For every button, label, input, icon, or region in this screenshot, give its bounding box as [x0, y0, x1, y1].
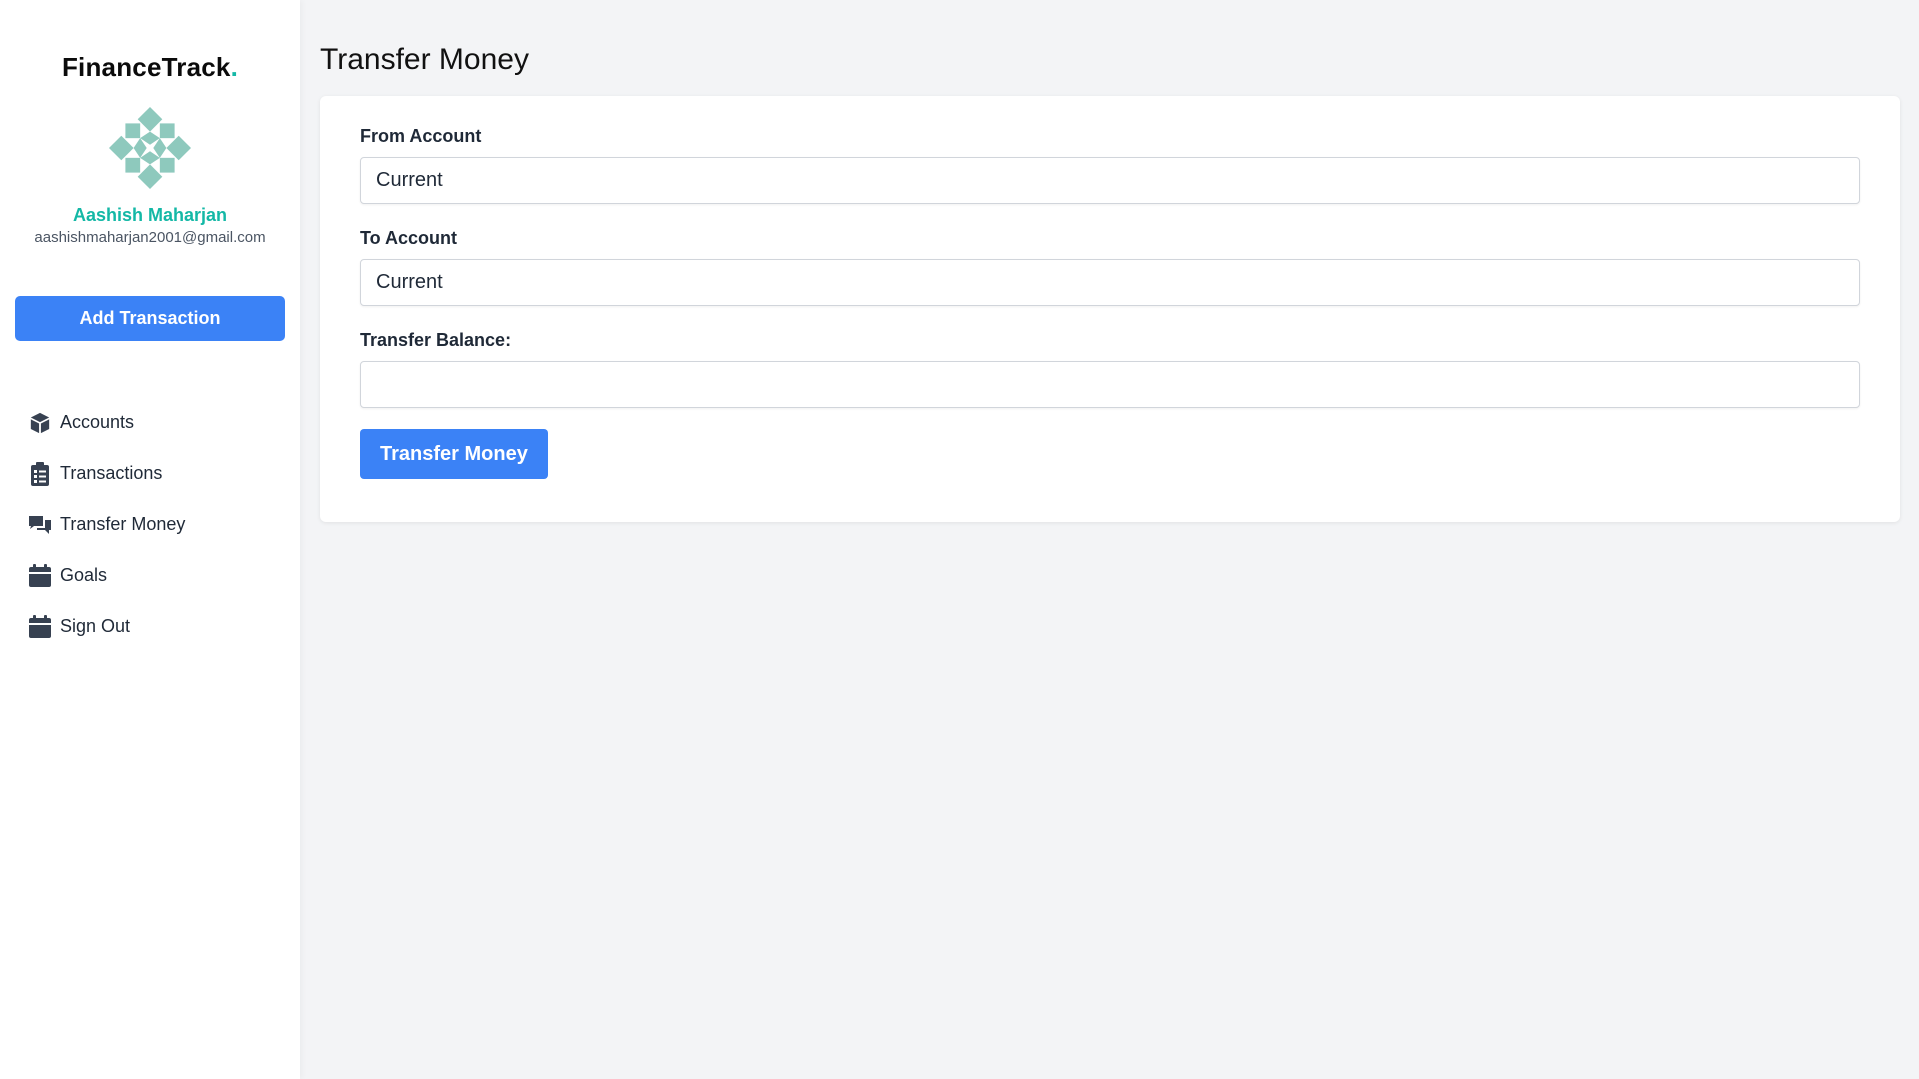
sidebar-item-sign-out[interactable]: Sign Out: [15, 601, 285, 652]
transfer-balance-label: Transfer Balance:: [360, 330, 512, 350]
cube-icon: [28, 411, 52, 435]
sidebar-nav: Accounts Transactions Transfer Money Goa…: [15, 397, 285, 652]
sidebar-item-label: Transfer Money: [60, 514, 186, 534]
app-root: FinanceTrack. Aashish Maharjan aashishma…: [0, 0, 1919, 1079]
to-account-label: To Account: [360, 228, 457, 248]
sidebar-item-transfer-money[interactable]: Transfer Money: [15, 499, 285, 550]
calendar-icon: [28, 563, 52, 588]
transfer-form-card: From Account Current To Account Current …: [320, 96, 1900, 522]
avatar-container: [15, 107, 285, 189]
avatar: [109, 107, 191, 189]
from-account-label: From Account: [360, 126, 482, 146]
user-name: Aashish Maharjan: [72, 205, 228, 225]
sidebar-item-transactions[interactable]: Transactions: [15, 448, 285, 499]
calendar-icon: [28, 614, 52, 639]
brand-name: FinanceTrack: [61, 52, 231, 82]
transfer-money-button[interactable]: Transfer Money: [360, 429, 548, 479]
user-email: aashishmaharjan2001@gmail.com: [34, 229, 266, 246]
add-transaction-button[interactable]: Add Transaction: [15, 296, 285, 341]
sidebar-item-label: Sign Out: [60, 616, 131, 636]
sidebar-item-label: Goals: [60, 565, 108, 585]
main-content: Transfer Money From Account Current To A…: [300, 0, 1919, 1079]
page-title: Transfer Money: [320, 43, 529, 76]
sidebar-item-accounts[interactable]: Accounts: [15, 397, 285, 448]
to-account-select[interactable]: Current: [360, 259, 1860, 306]
clipboard-list-icon: [28, 461, 52, 486]
transfer-balance-input[interactable]: [360, 361, 1860, 408]
chat-bubbles-icon: [28, 513, 52, 537]
sidebar-item-label: Transactions: [60, 463, 163, 483]
sidebar: FinanceTrack. Aashish Maharjan aashishma…: [0, 0, 300, 1079]
brand-dot: .: [230, 52, 239, 82]
sidebar-item-goals[interactable]: Goals: [15, 550, 285, 601]
sidebar-item-label: Accounts: [60, 412, 135, 432]
from-account-select[interactable]: Current: [360, 157, 1860, 204]
brand-logo[interactable]: FinanceTrack.: [15, 52, 285, 83]
